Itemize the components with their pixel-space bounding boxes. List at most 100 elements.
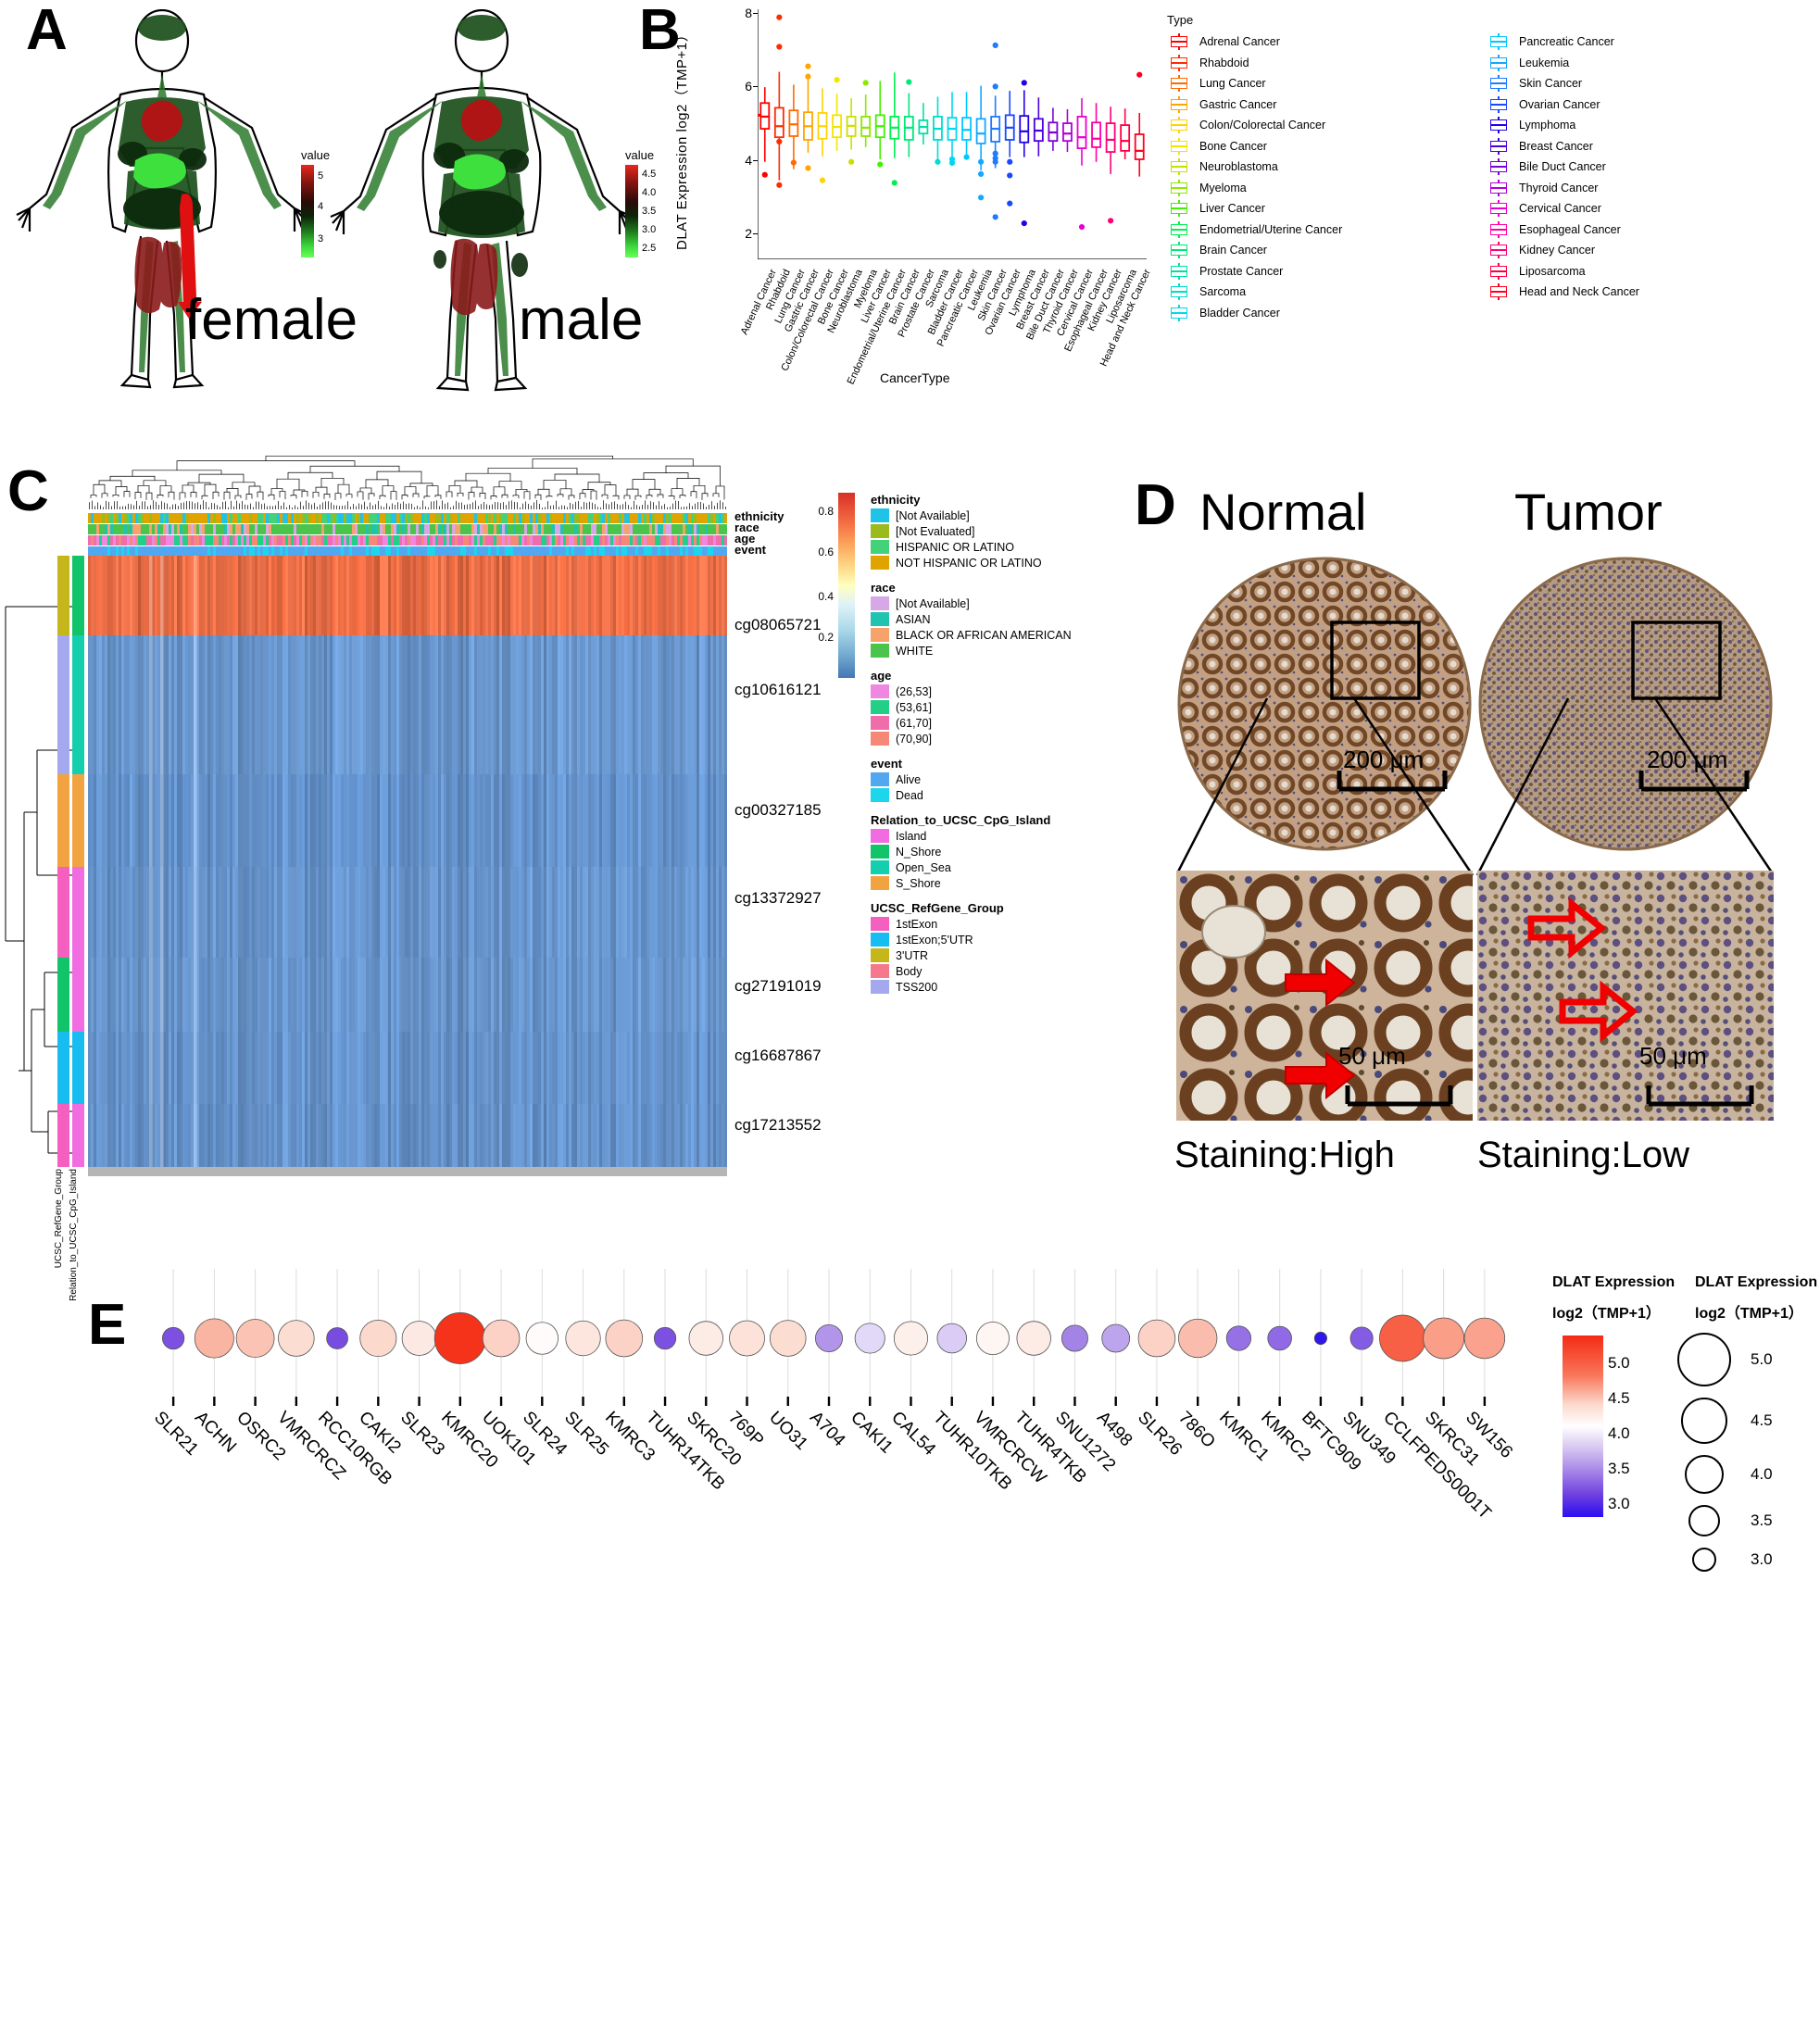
legend-item[interactable]: (26,53] [871,683,1130,699]
legend-item-label: Open_Sea [896,860,951,874]
legend-item[interactable]: BLACK OR AFRICAN AMERICAN [871,627,1130,643]
expression-dot[interactable] [359,1319,397,1358]
boxplot-key-icon [1167,304,1191,321]
expression-dot[interactable] [688,1321,723,1356]
expression-dot[interactable] [1313,1331,1328,1346]
expression-dot[interactable] [1061,1324,1088,1352]
legend-item[interactable]: (70,90] [871,731,1130,746]
expression-dot[interactable] [433,1312,486,1364]
expression-dot[interactable] [653,1326,677,1350]
expression-dot[interactable] [975,1321,1010,1356]
legend-item[interactable]: Esophageal Cancer [1487,219,1806,241]
legend-item[interactable]: [Not Available] [871,508,1130,523]
legend-item[interactable]: HISPANIC OR LATINO [871,539,1130,555]
legend-item[interactable]: Lung Cancer [1167,73,1487,94]
expression-dot[interactable] [1177,1318,1218,1359]
expression-dot[interactable] [1423,1317,1465,1360]
legend-item[interactable]: Brain Cancer [1167,240,1487,261]
expression-dot[interactable] [893,1321,929,1356]
legend-item[interactable]: Open_Sea [871,859,1130,875]
expression-dot[interactable] [769,1320,807,1357]
legend-item-label: BLACK OR AFRICAN AMERICAN [896,628,1072,642]
expression-dot[interactable] [814,1323,844,1353]
expression-dot[interactable] [194,1318,234,1359]
expression-dot[interactable] [936,1323,967,1354]
panel-b-y-axis-label: DLAT Expression log2（TMP+1） [674,27,690,250]
normal-zoom-image [1176,871,1473,1121]
legend-item[interactable]: Pancreatic Cancer [1487,31,1806,53]
legend-item[interactable]: TSS200 [871,979,1130,995]
expression-dot[interactable] [854,1323,885,1354]
value-colorbar-ticks: 5 4 3 [314,165,351,257]
legend-item[interactable]: N_Shore [871,844,1130,859]
legend-item-label: 1stExon [896,917,938,931]
boxplot-box [1033,97,1044,157]
expression-dot[interactable] [401,1321,437,1356]
size-key-label: 3.5 [1751,1511,1773,1529]
legend-item[interactable]: 1stExon;5'UTR [871,932,1130,947]
expression-dot[interactable] [1267,1325,1292,1351]
legend-item[interactable]: [Not Evaluated] [871,523,1130,539]
legend-item[interactable]: Thyroid Cancer [1487,178,1806,199]
expression-dot[interactable] [1137,1319,1176,1358]
expression-dot[interactable] [729,1320,765,1357]
expression-dot[interactable] [482,1319,521,1358]
legend-item[interactable]: S_Shore [871,875,1130,891]
legend-item[interactable]: ASIAN [871,611,1130,627]
value-colorbar [301,165,314,257]
legend-item[interactable]: NOT HISPANIC OR LATINO [871,555,1130,571]
legend-item[interactable]: Colon/Colorectal Cancer [1167,115,1487,136]
legend-item[interactable]: Lymphoma [1487,115,1806,136]
boxplot-box [1004,91,1015,207]
expression-dot[interactable] [1379,1314,1426,1362]
legend-item[interactable]: Neuroblastoma [1167,157,1487,178]
legend-item[interactable]: Skin Cancer [1487,73,1806,94]
expression-dot[interactable] [326,1327,348,1349]
legend-item[interactable]: Bone Cancer [1167,136,1487,157]
expression-dot[interactable] [1016,1321,1051,1356]
expression-dot[interactable] [1225,1325,1252,1351]
legend-item[interactable]: Rhabdoid [1167,53,1487,74]
legend-item[interactable]: Liver Cancer [1167,198,1487,219]
legend-item[interactable]: Leukemia [1487,53,1806,74]
legend-item[interactable]: Myeloma [1167,178,1487,199]
legend-item[interactable]: Island [871,828,1130,844]
legend-item[interactable]: 1stExon [871,916,1130,932]
expression-dot[interactable] [605,1319,644,1358]
legend-item[interactable]: Breast Cancer [1487,136,1806,157]
legend-item[interactable]: Head and Neck Cancer [1487,282,1806,303]
legend-item[interactable]: Bile Duct Cancer [1487,157,1806,178]
expression-dot[interactable] [1463,1317,1506,1360]
legend-item[interactable]: [Not Available] [871,596,1130,611]
legend-item-label: Brain Cancer [1199,244,1267,257]
legend-item[interactable]: (61,70] [871,715,1130,731]
legend-item[interactable]: Endometrial/Uterine Cancer [1167,219,1487,241]
legend-item[interactable]: Liposarcoma [1487,261,1806,282]
legend-item[interactable]: Prostate Cancer [1167,261,1487,282]
legend-item[interactable]: Sarcoma [1167,282,1487,303]
legend-item[interactable]: Dead [871,787,1130,803]
expression-dot[interactable] [162,1326,185,1350]
expression-dot[interactable] [1349,1326,1374,1350]
legend-item-label: Endometrial/Uterine Cancer [1199,222,1343,236]
outlier-point [978,194,985,201]
expression-dot[interactable] [235,1319,275,1358]
legend-item[interactable]: Adrenal Cancer [1167,31,1487,53]
legend-item[interactable]: (53,61] [871,699,1130,715]
legend-item[interactable]: WHITE [871,643,1130,658]
legend-item[interactable]: Kidney Cancer [1487,240,1806,261]
legend-item[interactable]: Gastric Cancer [1167,94,1487,116]
legend-item[interactable]: Bladder Cancer [1167,303,1487,324]
legend-item[interactable]: Ovarian Cancer [1487,94,1806,116]
legend-item-label: N_Shore [896,845,942,859]
y-tick: 8 [745,5,752,20]
expression-dot[interactable] [525,1322,559,1355]
legend-item[interactable]: Cervical Cancer [1487,198,1806,219]
legend-item[interactable]: Body [871,963,1130,979]
legend-item[interactable]: Alive [871,771,1130,787]
legend-item[interactable]: 3'UTR [871,947,1130,963]
expression-dot[interactable] [565,1320,601,1357]
expression-dot[interactable] [278,1320,315,1357]
legend-item-label: (53,61] [896,700,932,714]
expression-dot[interactable] [1101,1323,1131,1353]
